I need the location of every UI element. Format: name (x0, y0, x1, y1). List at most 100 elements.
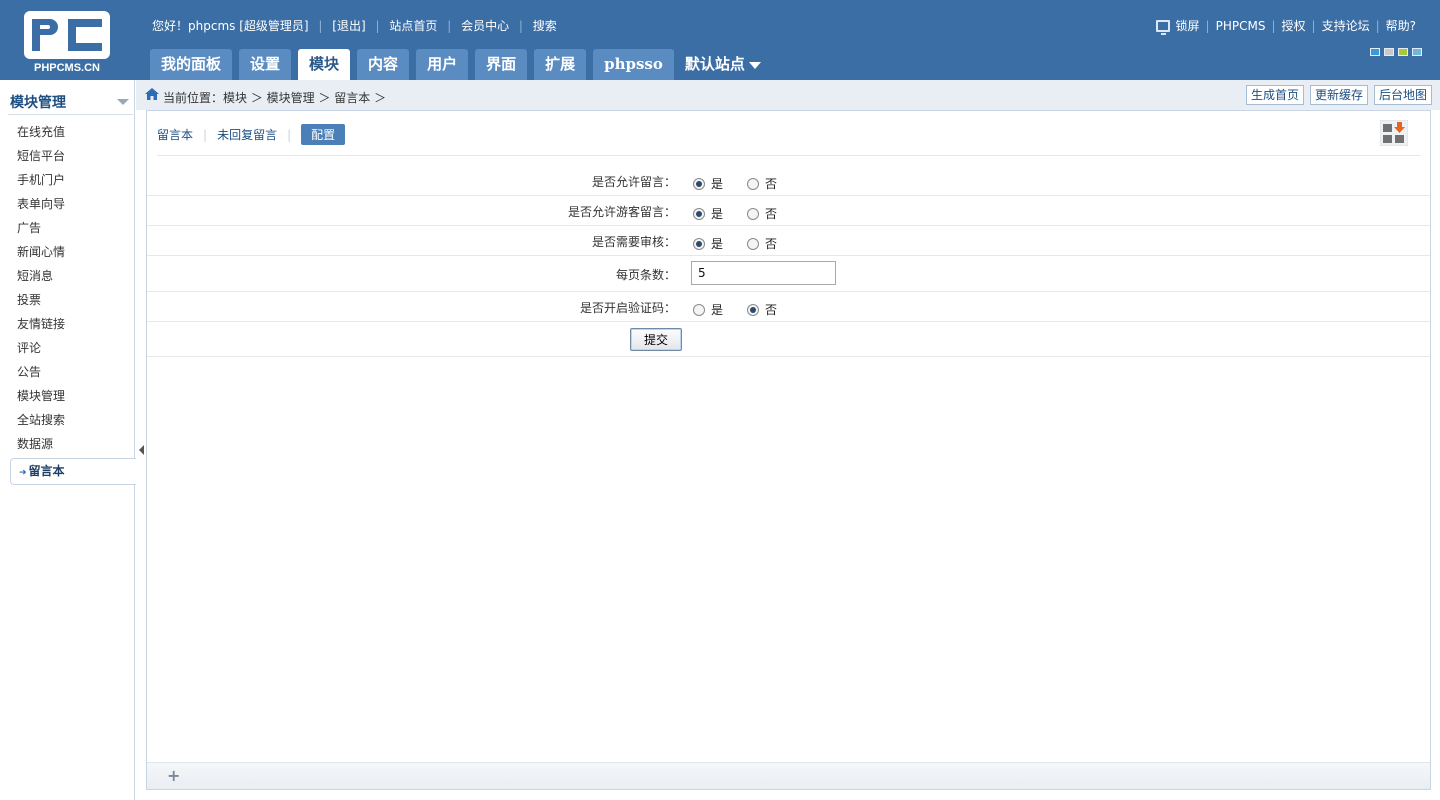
sidebar-item-announce[interactable]: 公告 (17, 363, 65, 387)
sidebar-item-datasource[interactable]: 数据源 (17, 435, 65, 459)
allow-guest-no-radio[interactable] (747, 207, 760, 220)
monitor-icon[interactable] (1155, 19, 1170, 35)
tab-settings[interactable]: 设置 (239, 49, 292, 80)
user-links: 您好！phpcms [超级管理员] | [退出] | 站点首页 | 会员中心 |… (152, 17, 557, 34)
sidebar-item-comments[interactable]: 评论 (17, 339, 65, 363)
subtab-guestbook[interactable]: 留言本 (157, 126, 193, 143)
need-check-no-label: 否 (765, 237, 778, 251)
top-header: PHPCMS.CN 您好！phpcms [超级管理员] | [退出] | 站点首… (0, 0, 1440, 80)
allow-guest-label: 是否允许游客留言： (567, 205, 676, 219)
skin-switcher (1370, 48, 1422, 56)
help-link[interactable]: 帮助? (1386, 17, 1416, 34)
generate-home-button[interactable]: 生成首页 (1245, 85, 1304, 105)
captcha-options: 是 否 (693, 301, 801, 318)
tab-panel[interactable]: 我的面板 (150, 49, 233, 80)
site-home-link[interactable]: 站点首页 (389, 17, 437, 34)
per-page-input[interactable] (691, 261, 836, 285)
allow-post-options: 是 否 (693, 175, 801, 192)
top-right-links: 锁屏 | PHPCMS | 授权 | 支持论坛 | 帮助? (1155, 17, 1416, 35)
need-check-yes-label: 是 (711, 237, 724, 251)
collapse-arrow-icon[interactable] (117, 99, 129, 105)
allow-guest-yes-label: 是 (711, 207, 724, 221)
logout-link[interactable]: [退出] (332, 17, 365, 34)
need-check-no-radio[interactable] (747, 237, 760, 250)
sidebar-item-module-manage[interactable]: 模块管理 (17, 387, 65, 411)
sidebar-item-search[interactable]: 全站搜索 (17, 411, 65, 435)
sidebar-item-links[interactable]: 友情链接 (17, 315, 65, 339)
sidebar-toggle-icon[interactable] (139, 445, 144, 455)
member-center-link[interactable]: 会员中心 (461, 17, 509, 34)
lock-screen-link[interactable]: 锁屏 (1176, 17, 1200, 34)
breadcrumb-actions: 生成首页 更新缓存 后台地图 (1245, 85, 1432, 105)
captcha-yes-label: 是 (711, 303, 724, 317)
subtabs-divider (157, 155, 1420, 156)
tab-extensions[interactable]: 扩展 (534, 49, 587, 80)
captcha-no-label: 否 (765, 303, 778, 317)
main-nav-tabs: 我的面板 设置 模块 内容 用户 界面 扩展 phpsso 默认站点 (150, 49, 765, 80)
tab-phpsso[interactable]: phpsso (593, 49, 674, 80)
layout-toggle-icon[interactable] (1380, 120, 1408, 146)
captcha-no-radio[interactable] (747, 303, 760, 316)
skin-swatch-green[interactable] (1398, 48, 1408, 56)
sidebar-item-messages[interactable]: 短消息 (17, 267, 65, 291)
caret-down-icon (748, 61, 761, 69)
subtab-config[interactable]: 配置 (301, 124, 346, 145)
allow-post-no-label: 否 (765, 177, 778, 191)
tab-interface[interactable]: 界面 (475, 49, 528, 80)
tab-modules[interactable]: 模块 (298, 49, 351, 80)
sidebar-item-mood[interactable]: 新闻心情 (17, 243, 65, 267)
need-check-label: 是否需要审核： (591, 235, 676, 249)
sidebar-list: 在线充值 短信平台 手机门户 表单向导 广告 新闻心情 短消息 投票 友情链接 … (17, 123, 65, 459)
need-check-options: 是 否 (693, 235, 801, 252)
tab-users[interactable]: 用户 (416, 49, 469, 80)
need-check-yes-radio[interactable] (693, 237, 705, 250)
per-page-label: 每页条数： (615, 268, 676, 282)
form-row-allow-post: 是否允许留言： 是 否 (147, 166, 1430, 196)
update-cache-button[interactable]: 更新缓存 (1309, 85, 1368, 105)
subtab-unreplied[interactable]: 未回复留言 (217, 126, 277, 143)
submit-button[interactable]: 提交 (630, 328, 682, 351)
sidebar-item-guestbook[interactable]: ➜ 留言本 (10, 458, 136, 485)
site-map-button[interactable]: 后台地图 (1373, 85, 1432, 105)
home-icon[interactable] (145, 88, 159, 100)
allow-guest-options: 是 否 (693, 205, 801, 222)
site-selector[interactable]: 默认站点 (681, 49, 765, 80)
allow-post-no-radio[interactable] (747, 177, 760, 190)
skin-swatch-blue[interactable] (1370, 48, 1380, 56)
captcha-yes-radio[interactable] (693, 303, 705, 316)
phpcms-link[interactable]: PHPCMS (1216, 19, 1266, 33)
sidebar-divider (8, 114, 133, 115)
forum-link[interactable]: 支持论坛 (1322, 17, 1370, 34)
sidebar-item-recharge[interactable]: 在线充值 (17, 123, 65, 147)
sidebar-item-vote[interactable]: 投票 (17, 291, 65, 315)
sidebar-item-form-wizard[interactable]: 表单向导 (17, 195, 65, 219)
sidebar-active-label: 留言本 (28, 464, 65, 478)
allow-guest-no-label: 否 (765, 207, 778, 221)
site-selector-label: 默认站点 (684, 55, 745, 73)
phpcms-logo[interactable]: PHPCMS.CN (24, 11, 110, 73)
allow-post-yes-radio[interactable] (693, 177, 705, 190)
sidebar-item-sms[interactable]: 短信平台 (17, 147, 65, 171)
skin-swatch-gray[interactable] (1384, 48, 1394, 56)
arrow-right-icon: ➜ (19, 468, 27, 478)
per-page-control (691, 261, 836, 285)
breadcrumb-bar: 当前位置：模块 ＞ 模块管理 ＞ 留言本 ＞ 生成首页 更新缓存 后台地图 (136, 80, 1440, 110)
form-row-allow-guest: 是否允许游客留言： 是 否 (147, 196, 1430, 226)
breadcrumb: 当前位置：模块 ＞ 模块管理 ＞ 留言本 ＞ (163, 91, 387, 105)
sub-tabs: 留言本 | 未回复留言 | 配置 (157, 124, 346, 145)
license-link[interactable]: 授权 (1282, 17, 1306, 34)
sidebar-item-mobile[interactable]: 手机门户 (17, 171, 65, 195)
sidebar-item-ads[interactable]: 广告 (17, 219, 65, 243)
search-link[interactable]: 搜索 (533, 17, 557, 34)
tab-content[interactable]: 内容 (357, 49, 410, 80)
allow-post-label: 是否允许留言： (591, 175, 676, 189)
sidebar: 模块管理 在线充值 短信平台 手机门户 表单向导 广告 新闻心情 短消息 投票 … (0, 80, 136, 800)
form-row-need-check: 是否需要审核： 是 否 (147, 226, 1430, 256)
plus-icon[interactable]: + (167, 766, 180, 785)
main-content: 留言本 | 未回复留言 | 配置 是否允许留言： 是 否 是否允许游客留言： 是… (146, 110, 1431, 790)
form-row-submit (147, 322, 1430, 357)
captcha-label: 是否开启验证码： (579, 301, 676, 315)
form-row-captcha: 是否开启验证码： 是 否 (147, 292, 1430, 322)
skin-swatch-cyan[interactable] (1412, 48, 1422, 56)
allow-guest-yes-radio[interactable] (693, 207, 705, 220)
